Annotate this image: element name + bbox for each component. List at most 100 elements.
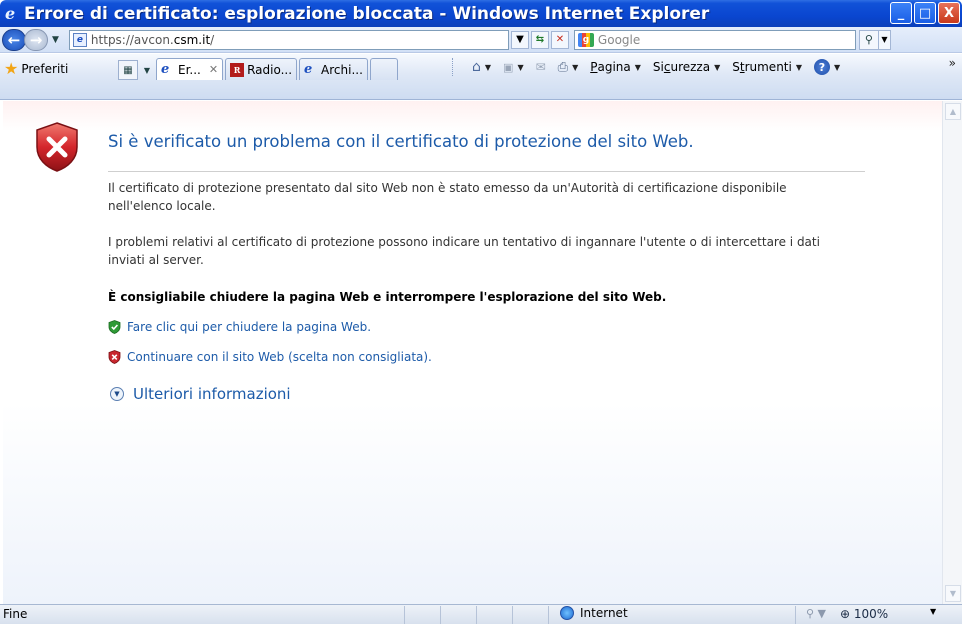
refresh-icon: ⇆	[535, 34, 545, 45]
url-suffix: /	[210, 32, 215, 47]
search-placeholder: Google	[597, 32, 641, 47]
quick-tabs-button[interactable]: ▦	[118, 60, 138, 80]
close-page-link[interactable]: Fare clic qui per chiudere la pagina Web…	[108, 320, 371, 334]
globe-icon	[560, 606, 574, 620]
star-icon: ★	[4, 59, 19, 78]
page-menu-label: agina	[597, 60, 631, 74]
tab-label: Radio...	[247, 62, 293, 77]
close-tab-icon[interactable]: ✕	[209, 63, 218, 76]
explanation-paragraph: Il certificato di protezione presentato …	[108, 181, 787, 213]
print-icon: ⎙	[557, 59, 569, 75]
minimize-button[interactable]: _	[890, 2, 912, 24]
tools-menu[interactable]: St rumenti ▼	[732, 60, 802, 74]
search-button[interactable]: ⚲	[858, 29, 879, 50]
address-input[interactable]: e https://avcon. csm.it /	[68, 29, 509, 50]
security-zone[interactable]: Internet	[560, 606, 628, 620]
stop-button[interactable]: ✕	[550, 30, 569, 49]
chevron-down-icon: ▼	[795, 62, 802, 72]
more-commands-icon[interactable]: »	[949, 56, 956, 70]
tab-strip: ▦ ▼ e Er... ✕ R Radio... e Archi...	[118, 56, 400, 80]
more-info-toggle[interactable]: ▼ Ulteriori informazioni	[110, 385, 291, 403]
chevron-down-icon: ▼	[484, 62, 492, 72]
magnifier-icon: ⚲	[864, 33, 873, 46]
shield-error-icon	[108, 350, 121, 364]
scroll-up-button[interactable]: ▲	[945, 103, 961, 120]
forward-button[interactable]: →	[24, 28, 48, 51]
ie-icon: e	[304, 61, 313, 77]
tab-label: Er...	[178, 62, 201, 77]
close-window-button[interactable]: X	[938, 2, 960, 24]
security-menu-accesskey: c	[663, 60, 671, 74]
chevron-down-icon: ▼	[714, 62, 721, 72]
mail-icon: ✉	[535, 60, 546, 74]
status-cell	[548, 606, 549, 624]
more-info-label: Ulteriori informazioni	[133, 385, 291, 403]
home-button[interactable]: ⌂ ▼	[472, 59, 491, 75]
stop-icon: ✕	[555, 34, 565, 45]
status-text: Fine	[3, 607, 28, 621]
feeds-button[interactable]: ▣ ▼	[503, 61, 524, 74]
tools-menu-label-a: S	[732, 60, 740, 74]
print-button[interactable]: ⎙ ▼	[558, 60, 579, 75]
zone-label: Internet	[580, 606, 628, 620]
security-menu-label-b: urezza	[670, 60, 711, 74]
protected-mode-icon[interactable]: ⚲ ▼	[806, 607, 826, 620]
title-bar: e Errore di certificato: esplorazione bl…	[0, 0, 962, 27]
search-input[interactable]: g Google	[573, 29, 856, 50]
maximize-button[interactable]: □	[914, 2, 936, 24]
ie-icon: e	[5, 3, 16, 23]
arrow-left-icon: ←	[7, 30, 21, 49]
close-page-link-label[interactable]: Fare clic qui per chiudere la pagina Web…	[127, 320, 371, 334]
address-toolbar: ← → ▼ e https://avcon. csm.it / ▼ ⇆ ✕ g Go…	[0, 27, 962, 53]
security-menu-label-a: Si	[652, 60, 664, 74]
error-page: Si è verificato un problema con il certi…	[3, 101, 942, 604]
history-dropdown-icon[interactable]: ▼	[52, 35, 59, 45]
chevron-down-icon: ▼	[572, 62, 579, 72]
zoom-level: 100%	[853, 607, 889, 621]
tab-archive[interactable]: e Archi...	[299, 58, 368, 80]
vertical-scrollbar[interactable]: ▲ ▼	[942, 101, 962, 604]
shield-error-icon	[36, 122, 78, 172]
tab-label: Archi...	[321, 62, 363, 77]
security-menu[interactable]: Si c urezza ▼	[653, 60, 720, 74]
mail-button[interactable]: ✉	[536, 60, 546, 74]
help-button[interactable]: ? ▼	[814, 59, 840, 75]
scroll-down-button[interactable]: ▼	[945, 585, 961, 602]
page-menu[interactable]: Pagina ▼	[590, 60, 641, 74]
risk-paragraph: I problemi relativi al certificato di pr…	[108, 235, 820, 267]
continue-link[interactable]: Continuare con il sito Web (scelta non c…	[108, 350, 432, 364]
radio-icon: R	[230, 62, 245, 77]
status-cell	[440, 606, 441, 624]
address-dropdown-button[interactable]: ▼	[510, 30, 529, 49]
favorites-button[interactable]: ★ Preferiti	[4, 59, 68, 78]
shield-ok-icon	[108, 320, 121, 334]
tab-list-button[interactable]: ▼	[140, 60, 154, 80]
continue-link-label[interactable]: Continuare con il sito Web (scelta non c…	[127, 350, 432, 364]
status-bar: Fine Internet ⚲ ▼ ⊕ 100% ▼	[0, 604, 962, 624]
home-icon: ⌂	[472, 59, 481, 75]
zoom-control[interactable]: ⊕ 100%	[840, 607, 888, 621]
url-prefix: https://avcon.	[90, 32, 174, 47]
favorites-label: Preferiti	[21, 61, 69, 76]
page-menu-accesskey: P	[590, 60, 598, 74]
command-toolbar: ★ Preferiti ▦ ▼ e Er... ✕ R Radio... e A…	[0, 54, 962, 100]
window-controls: _ □ X	[890, 2, 960, 24]
back-button[interactable]: ←	[2, 28, 26, 51]
new-tab-button[interactable]	[369, 58, 398, 80]
status-cell	[795, 606, 796, 624]
page-icon: e	[72, 32, 87, 47]
help-icon: ?	[814, 59, 830, 75]
google-icon: g	[577, 32, 594, 47]
url-host: csm.it	[173, 32, 211, 47]
tab-certificate-error[interactable]: e Er... ✕	[156, 58, 224, 80]
chevron-down-icon: ▼	[517, 62, 524, 72]
chevron-down-icon: ▼	[634, 62, 641, 72]
toolbar-separator	[452, 58, 453, 76]
refresh-button[interactable]: ⇆	[530, 30, 549, 49]
feed-icon: ▣	[503, 60, 514, 74]
error-title: Si è verificato un problema con il certi…	[108, 132, 694, 151]
search-options-button[interactable]: ▼	[878, 29, 891, 50]
zoom-dropdown-icon[interactable]: ▼	[930, 607, 936, 616]
recommendation-text: È consigliabile chiudere la pagina Web e…	[108, 290, 667, 304]
tab-radio[interactable]: R Radio...	[225, 58, 298, 80]
